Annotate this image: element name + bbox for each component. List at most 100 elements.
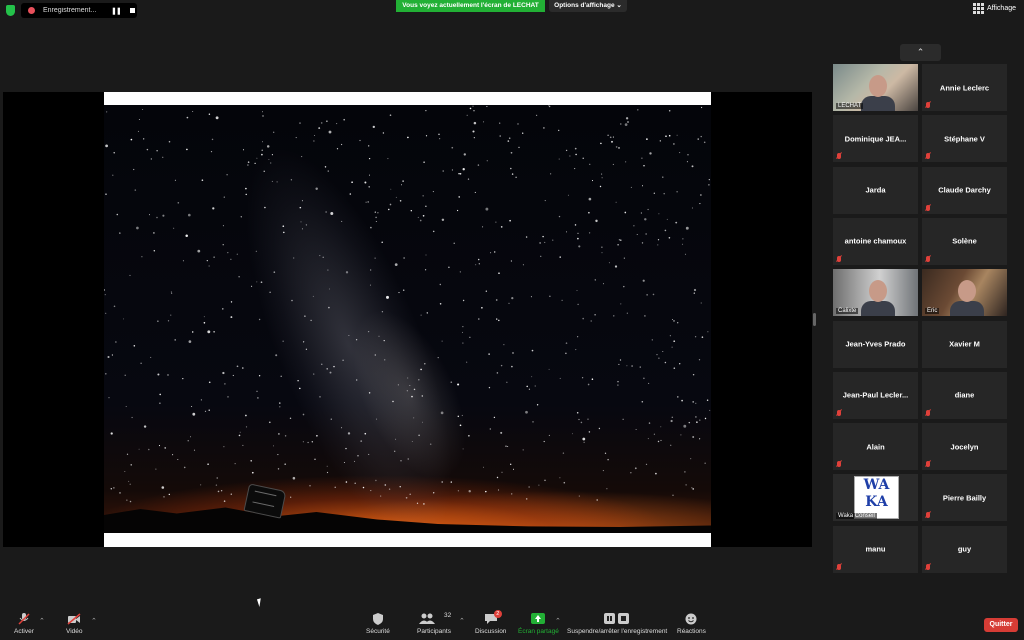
view-button[interactable]: Affichage	[972, 3, 1016, 14]
star	[531, 349, 534, 352]
star	[582, 437, 586, 441]
video-options-chevron-icon[interactable]: ⌃	[91, 617, 97, 625]
participant-tile[interactable]: Jean-Yves Prado	[833, 320, 918, 368]
star	[673, 320, 675, 322]
star	[589, 163, 591, 165]
star	[662, 351, 664, 352]
star	[518, 146, 520, 149]
muted-mic-icon	[926, 204, 930, 211]
share-options-chevron-icon[interactable]: ⌃	[555, 617, 561, 625]
star	[389, 114, 392, 116]
participant-tile[interactable]: Dominique JEA...	[833, 115, 918, 163]
participant-tile[interactable]: diane	[922, 371, 1007, 419]
star	[500, 364, 503, 367]
star	[690, 458, 692, 460]
star	[116, 213, 119, 216]
star	[563, 481, 566, 484]
star	[532, 421, 534, 423]
star	[630, 472, 632, 474]
participant-tile[interactable]: Annie Leclerc	[922, 64, 1007, 111]
participants-button[interactable]: 32 Participants	[417, 608, 451, 635]
reactions-button[interactable]: Réactions	[677, 608, 706, 635]
star	[577, 336, 579, 338]
star	[542, 235, 544, 238]
participant-tile[interactable]: Solène	[922, 217, 1007, 265]
star	[577, 237, 579, 240]
star	[156, 150, 158, 152]
star	[159, 402, 161, 404]
start-video-button[interactable]: Vidéo	[66, 608, 83, 635]
star	[157, 373, 160, 376]
star	[191, 331, 194, 333]
participant-tile[interactable]: Jarda	[833, 166, 918, 214]
star	[525, 236, 528, 238]
panel-resize-handle[interactable]	[813, 313, 816, 326]
star	[488, 386, 491, 389]
star	[488, 353, 490, 355]
star	[200, 399, 202, 401]
view-options-button[interactable]: Options d'affichage ⌄	[549, 0, 627, 12]
star	[510, 260, 512, 262]
star	[207, 330, 211, 334]
participant-tile[interactable]: Calixte	[833, 269, 918, 317]
audio-options-chevron-icon[interactable]: ⌃	[39, 617, 45, 625]
share-screen-button[interactable]: Écran partagé	[518, 608, 559, 635]
participant-tile[interactable]: WA KA Waka Conseil	[833, 474, 918, 522]
star	[136, 226, 139, 230]
star	[631, 365, 633, 367]
star	[474, 191, 476, 193]
star	[382, 132, 385, 134]
star	[558, 129, 560, 132]
star	[486, 105, 488, 108]
participant-tile[interactable]: Jocelyn	[922, 423, 1007, 471]
star	[507, 446, 509, 447]
star	[648, 382, 650, 384]
gallery-collapse-button[interactable]: ⌃	[900, 44, 941, 61]
star	[637, 109, 639, 111]
security-button[interactable]: Sécurité	[366, 608, 390, 635]
star	[552, 239, 554, 241]
star	[627, 121, 629, 123]
star	[676, 134, 678, 136]
participants-chevron-icon[interactable]: ⌃	[459, 617, 465, 625]
star	[641, 400, 644, 403]
star	[150, 356, 152, 358]
star	[664, 229, 667, 232]
shield-icon[interactable]	[6, 5, 15, 16]
participant-tile[interactable]: manu	[833, 525, 918, 573]
participant-tile[interactable]: antoine chamoux	[833, 217, 918, 265]
participant-tile[interactable]: Stéphane V	[922, 115, 1007, 163]
star	[668, 237, 671, 239]
participant-tile[interactable]: Claude Darchy	[922, 166, 1007, 214]
star	[588, 197, 592, 201]
star	[630, 186, 632, 188]
star	[662, 176, 664, 178]
participant-tile[interactable]: guy	[922, 525, 1007, 573]
participant-tile[interactable]: Eric	[922, 269, 1007, 317]
pause-recording-icon[interactable]: ❚❚	[111, 7, 122, 15]
star	[390, 188, 392, 190]
star	[707, 331, 709, 333]
star	[704, 462, 706, 464]
star	[708, 184, 710, 186]
participant-tile[interactable]: Xavier M	[922, 320, 1007, 368]
star	[649, 152, 652, 155]
participant-tile[interactable]: LECHAT	[833, 64, 918, 111]
star	[576, 290, 578, 291]
participant-tile[interactable]: Jean-Paul Lecler...	[833, 371, 918, 419]
star	[672, 319, 673, 320]
pause-stop-recording-button[interactable]: Suspendre/arrêter l'enregistrement	[567, 608, 667, 635]
star	[614, 265, 618, 268]
star	[601, 173, 603, 175]
stop-recording-icon[interactable]	[129, 8, 135, 13]
star	[490, 252, 492, 254]
participant-name: Jarda	[865, 185, 886, 195]
star	[590, 320, 592, 322]
unmute-button[interactable]: Activer	[14, 608, 34, 635]
participant-name: Solène	[952, 236, 977, 246]
participant-tile[interactable]: Pierre Bailly	[922, 474, 1007, 522]
leave-meeting-button[interactable]: Quitter	[984, 618, 1018, 632]
chat-button[interactable]: 2 Discussion	[475, 608, 506, 635]
participant-tile[interactable]: Alain	[833, 423, 918, 471]
star	[625, 161, 627, 163]
